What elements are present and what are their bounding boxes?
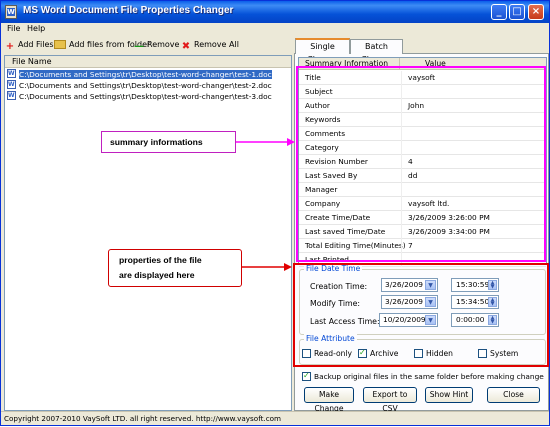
plus-icon: + [5,41,15,52]
x-icon: ✖ [181,41,191,52]
close-button[interactable]: Close [487,387,540,403]
remove-label: Remove [147,40,180,49]
menu-bar: File Help [1,23,549,37]
menu-help[interactable]: Help [27,24,45,33]
doc-file-icon [7,80,16,90]
summary-callout: summary informations [101,131,236,153]
show-hint-button[interactable]: Show Hint [425,387,473,403]
remove-button[interactable]: — Remove [134,40,179,52]
file-path: C:\Documents and Settings\tr\Desktop\tes… [19,70,272,79]
make-change-button[interactable]: Make Change [304,387,354,413]
add-files-button[interactable]: + Add Files [5,40,54,52]
backup-checkbox[interactable]: Backup original files in the same folder… [302,371,544,381]
toolbar: + Add Files Add files from folder — Remove… [1,37,293,55]
minus-icon: — [134,41,144,52]
file-row[interactable]: C:\Documents and Settings\tr\Desktop\tes… [7,91,290,101]
properties-callout: properties of the file are displayed here [108,249,242,287]
copyright-text: Copyright 2007-2010 VaySoft LTD. all rig… [4,414,282,423]
summary-highlight-box [296,66,546,262]
file-row[interactable]: C:\Documents and Settings\tr\Desktop\tes… [7,69,290,79]
minimize-icon: _ [496,6,502,17]
title-bar[interactable]: W MS Word Document File Properties Chang… [1,1,549,23]
close-icon: × [531,6,541,17]
add-files-label: Add Files [18,40,54,49]
remove-all-label: Remove All [194,40,239,49]
menu-file[interactable]: File [7,24,20,33]
file-list-header[interactable]: File Name [5,56,291,68]
window-title: MS Word Document File Properties Changer [23,5,234,16]
properties-highlight-box [293,263,549,367]
folder-icon [54,40,66,49]
tab-single-change[interactable]: Single Change [295,38,350,64]
app-window: W MS Word Document File Properties Chang… [0,0,550,426]
file-path: C:\Documents and Settings\tr\Desktop\tes… [19,81,272,90]
file-name-column: File Name [12,57,52,66]
backup-label: Backup original files in the same folder… [314,372,544,381]
maximize-button[interactable]: □ [509,4,525,20]
tab-batch-change[interactable]: Batch Change [350,39,403,64]
word-doc-icon: W [5,5,17,19]
minimize-button[interactable]: _ [491,4,507,20]
properties-callout-line1: properties of the file [119,255,202,265]
checkbox-box[interactable] [302,371,311,381]
status-bar: Copyright 2007-2010 VaySoft LTD. all rig… [1,411,549,425]
doc-file-icon [7,69,16,79]
properties-callout-line2: are displayed here [119,270,195,280]
maximize-icon: □ [512,6,522,17]
remove-all-button[interactable]: ✖ Remove All [181,40,239,52]
file-list[interactable]: File Name C:\Documents and Settings\tr\D… [4,55,292,411]
tab-strip: Single Change Batch Change [295,38,549,64]
summary-callout-text: summary informations [110,137,203,147]
file-row[interactable]: C:\Documents and Settings\tr\Desktop\tes… [7,80,290,90]
export-csv-button[interactable]: Export to CSV [363,387,417,413]
close-window-button[interactable]: × [528,4,544,20]
file-path: C:\Documents and Settings\tr\Desktop\tes… [19,92,272,101]
doc-file-icon [7,91,16,101]
